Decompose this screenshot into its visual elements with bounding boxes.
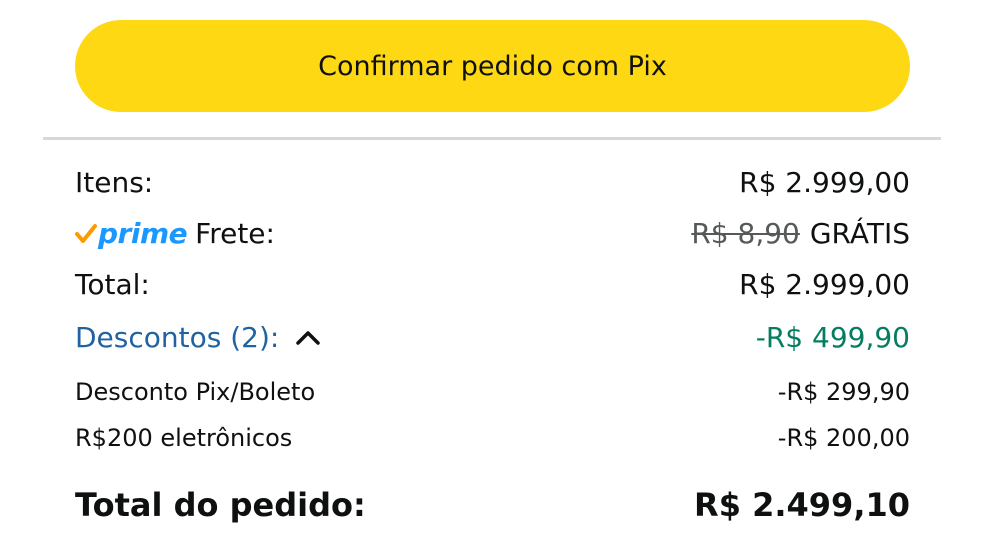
chevron-up-icon: [296, 330, 321, 345]
summary-row-order-total: Total do pedido: R$ 2.499,10: [75, 486, 910, 524]
shipping-label: Frete:: [195, 217, 275, 250]
total-label: Total:: [75, 268, 150, 301]
shipping-old-price: R$ 8,90: [691, 217, 800, 250]
items-label: Itens:: [75, 166, 154, 199]
discount-item-value: -R$ 299,90: [777, 378, 910, 406]
summary-row-total: Total: R$ 2.999,00: [75, 268, 910, 301]
discount-item: Desconto Pix/Boleto -R$ 299,90: [75, 378, 910, 406]
section-divider: [43, 137, 941, 140]
prime-logo: prime: [75, 217, 188, 250]
order-total-label: Total do pedido:: [75, 486, 366, 524]
total-value: R$ 2.999,00: [739, 268, 910, 301]
discounts-label: Descontos (2):: [75, 321, 280, 354]
shipping-value: GRÁTIS: [809, 217, 910, 250]
order-total-value: R$ 2.499,10: [694, 486, 910, 524]
summary-row-discounts: Descontos (2): -R$ 499,90: [75, 321, 910, 354]
confirm-order-pix-label: Confirmar pedido com Pix: [318, 50, 667, 82]
discount-item-value: -R$ 200,00: [777, 424, 910, 452]
summary-row-items: Itens: R$ 2.999,00: [75, 166, 910, 199]
discounts-value: -R$ 499,90: [755, 321, 910, 354]
prime-wordmark: prime: [98, 217, 188, 250]
items-value: R$ 2.999,00: [739, 166, 910, 199]
discounts-toggle[interactable]: Descontos (2):: [75, 321, 321, 354]
discount-item: R$200 eletrônicos -R$ 200,00: [75, 424, 910, 452]
discount-item-label: Desconto Pix/Boleto: [75, 378, 316, 406]
discount-item-label: R$200 eletrônicos: [75, 424, 293, 452]
check-icon: [75, 223, 97, 243]
summary-row-shipping: prime Frete: R$ 8,90 GRÁTIS: [75, 217, 910, 250]
confirm-order-pix-button[interactable]: Confirmar pedido com Pix: [75, 20, 910, 112]
